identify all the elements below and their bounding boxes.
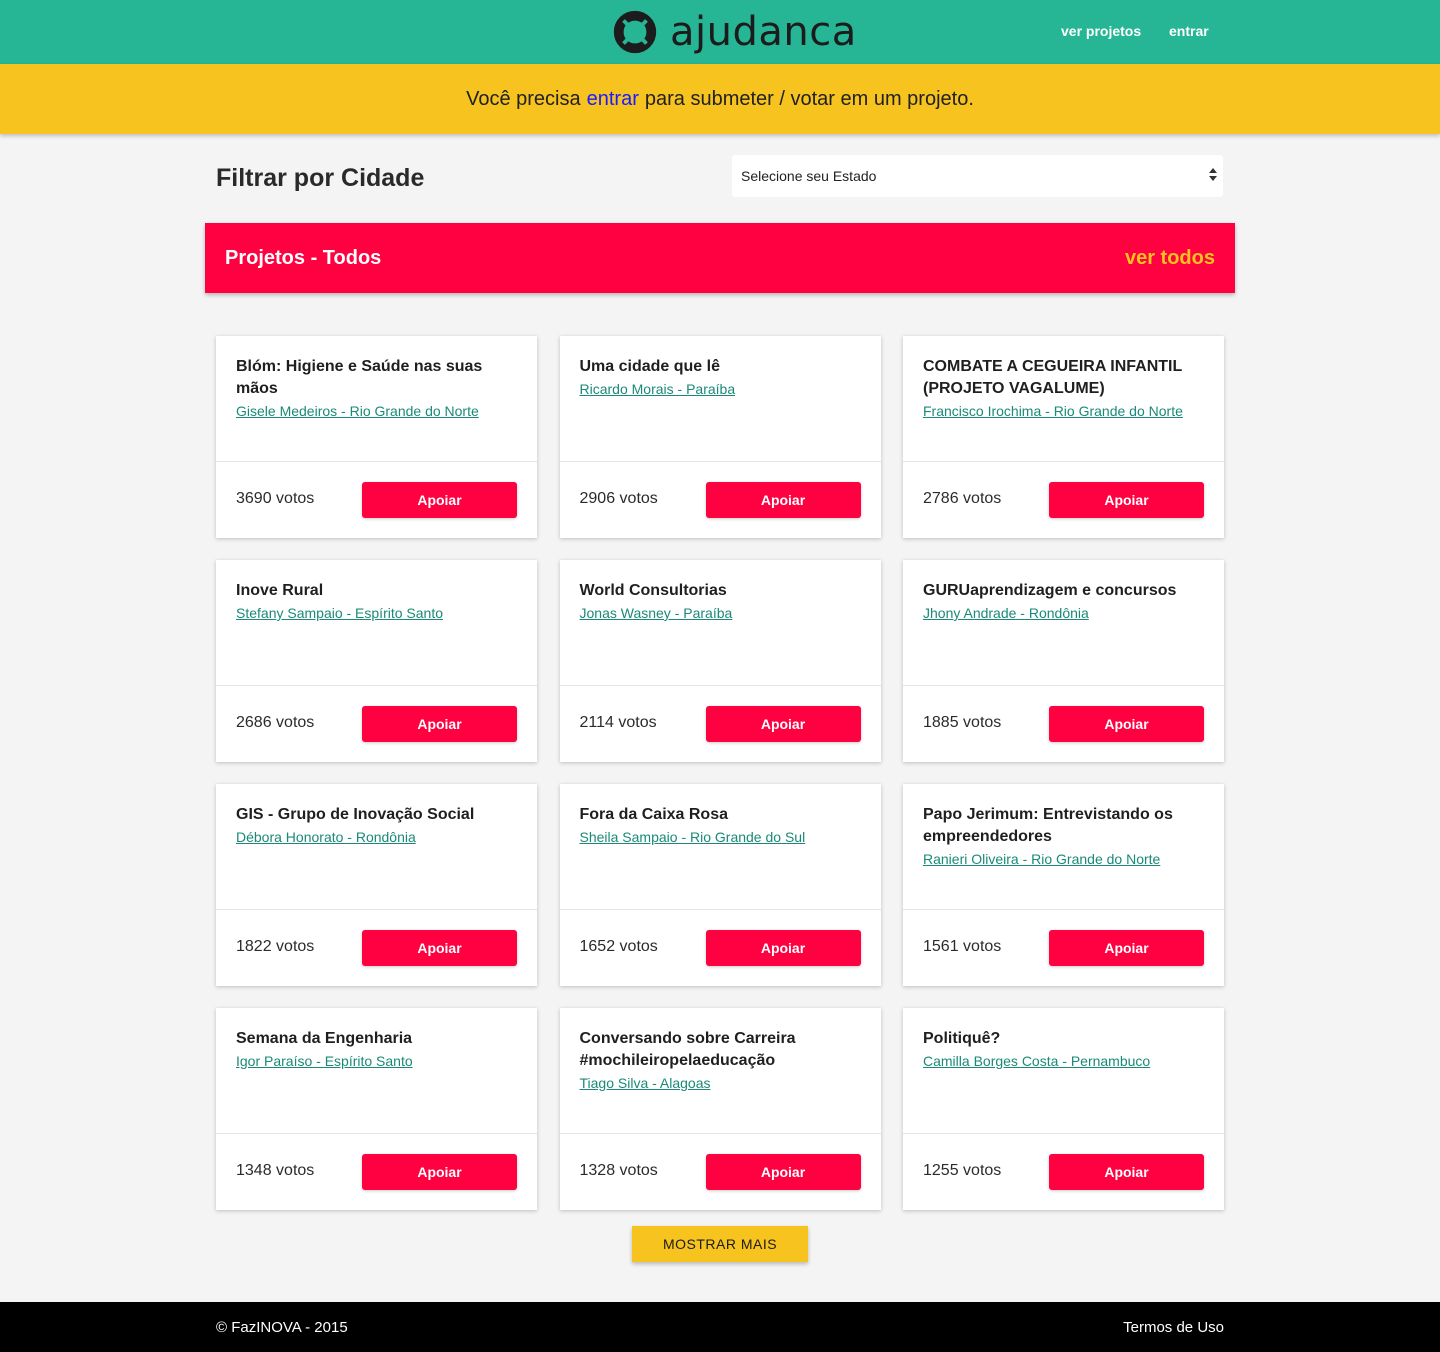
project-title: World Consultorias	[579, 582, 727, 599]
project-title: Blóm: Higiene e Saúde nas suas mãos	[236, 358, 483, 397]
support-button[interactable]: Apoiar	[705, 706, 861, 742]
vote-count: 2906 votos	[579, 490, 658, 507]
vote-count: 1822 votos	[236, 938, 315, 955]
view-all-link[interactable]: ver todos	[1125, 247, 1215, 270]
alert-text-after: para submeter / votar em um projeto.	[644, 87, 974, 110]
support-button[interactable]: Apoiar	[1049, 930, 1204, 966]
project-card: Blóm: Higiene e Saúde nas suas mãos Gise…	[216, 336, 537, 538]
support-button[interactable]: Apoiar	[1049, 482, 1204, 518]
brand-logo[interactable]: ajudanca	[612, 7, 857, 57]
project-author-link[interactable]: Igor Paraíso - Espírito Santo	[236, 1050, 413, 1072]
state-select-value: Selecione seu Estado	[741, 168, 877, 184]
vote-count: 2786 votos	[923, 490, 1002, 507]
support-button[interactable]: Apoiar	[705, 930, 861, 966]
projects-grid: Blóm: Higiene e Saúde nas suas mãos Gise…	[216, 336, 1224, 1210]
project-title: COMBATE A CEGUEIRA INFANTIL (PROJETO VAG…	[923, 358, 1182, 397]
vote-count: 1885 votos	[923, 714, 1002, 731]
support-button[interactable]: Apoiar	[705, 1154, 861, 1190]
support-button[interactable]: Apoiar	[362, 930, 517, 966]
alert-login-link[interactable]: entrar	[587, 88, 639, 111]
terms-of-use-link[interactable]: Termos de Uso	[1123, 1319, 1224, 1336]
vote-count: 2686 votos	[236, 714, 315, 731]
project-title: Fora da Caixa Rosa	[579, 806, 729, 823]
project-card: COMBATE A CEGUEIRA INFANTIL (PROJETO VAG…	[903, 336, 1224, 538]
support-button[interactable]: Apoiar	[705, 482, 861, 518]
top-navbar: ajudanca ver projetos entrar	[0, 0, 1440, 64]
project-card: World Consultorias Jonas Wasney - Paraíb…	[559, 560, 881, 762]
support-button[interactable]: Apoiar	[1049, 706, 1204, 742]
project-author-link[interactable]: Ranieri Oliveira - Rio Grande do Norte	[923, 848, 1160, 870]
vote-count: 1255 votos	[923, 1162, 1002, 1179]
nav-view-projects-link[interactable]: ver projetos	[1061, 23, 1141, 39]
project-author-link[interactable]: Ricardo Morais - Paraíba	[580, 378, 736, 400]
project-author-link[interactable]: Sheila Sampaio - Rio Grande do Sul	[580, 826, 806, 848]
nav-login-link[interactable]: entrar	[1169, 23, 1209, 39]
project-author-link[interactable]: Débora Honorato - Rondônia	[236, 826, 416, 848]
footer-copyright: © FazINOVA - 2015	[216, 1319, 348, 1336]
vote-count: 3690 votos	[236, 490, 315, 507]
projects-header-title: Projetos - Todos	[225, 247, 382, 269]
vote-count: 1348 votos	[236, 1162, 315, 1179]
project-card: GURUaprendizagem e concursos Jhony Andra…	[903, 560, 1224, 762]
project-card: GIS - Grupo de Inovação Social Débora Ho…	[216, 784, 537, 986]
filter-title: Filtrar por Cidade	[216, 164, 425, 192]
project-author-link[interactable]: Camilla Borges Costa - Pernambuco	[923, 1050, 1150, 1072]
projects-header: Projetos - Todos ver todos	[205, 223, 1235, 293]
project-title: GIS - Grupo de Inovação Social	[236, 806, 475, 823]
project-card: Politiquê? Camilla Borges Costa - Pernam…	[903, 1008, 1224, 1210]
support-button[interactable]: Apoiar	[362, 1154, 517, 1190]
project-title: Papo Jerimum: Entrevistando os empreende…	[923, 806, 1173, 845]
project-title: Conversando sobre Carreira #mochileirope…	[579, 1030, 796, 1069]
project-title: Inove Rural	[236, 582, 324, 599]
support-button[interactable]: Apoiar	[362, 482, 517, 518]
vote-count: 2114 votos	[579, 714, 657, 731]
project-author-link[interactable]: Jonas Wasney - Paraíba	[580, 602, 733, 624]
project-author-link[interactable]: Gisele Medeiros - Rio Grande do Norte	[236, 400, 479, 422]
project-card: Uma cidade que lê Ricardo Morais - Paraí…	[559, 336, 881, 538]
state-select[interactable]: Selecione seu Estado	[732, 155, 1223, 197]
brand-name: ajudanca	[670, 9, 857, 55]
project-card: Semana da Engenharia Igor Paraíso - Espí…	[216, 1008, 537, 1210]
select-arrows-icon	[1209, 168, 1217, 184]
project-author-link[interactable]: Stefany Sampaio - Espírito Santo	[236, 602, 443, 624]
login-alert-banner: Você precisa entrar para submeter / vota…	[0, 64, 1440, 134]
project-card: Papo Jerimum: Entrevistando os empreende…	[903, 784, 1224, 986]
project-title: GURUaprendizagem e concursos	[923, 582, 1177, 599]
footer: © FazINOVA - 2015 Termos de Uso	[0, 1302, 1440, 1352]
support-button[interactable]: Apoiar	[1049, 1154, 1204, 1190]
project-author-link[interactable]: Francisco Irochima - Rio Grande do Norte	[923, 400, 1183, 422]
show-more-button[interactable]: MOSTRAR MAIS	[632, 1226, 808, 1262]
lifebuoy-icon	[613, 10, 657, 54]
project-title: Politiquê?	[923, 1030, 1001, 1047]
project-title: Uma cidade que lê	[579, 358, 721, 375]
alert-text-before: Você precisa	[466, 87, 581, 110]
project-author-link[interactable]: Tiago Silva - Alagoas	[580, 1072, 711, 1094]
project-card: Fora da Caixa Rosa Sheila Sampaio - Rio …	[559, 784, 881, 986]
support-button[interactable]: Apoiar	[362, 706, 517, 742]
project-author-link[interactable]: Jhony Andrade - Rondônia	[923, 602, 1089, 624]
project-title: Semana da Engenharia	[236, 1030, 413, 1047]
project-card: Inove Rural Stefany Sampaio - Espírito S…	[216, 560, 537, 762]
vote-count: 1561 votos	[923, 938, 1002, 955]
vote-count: 1328 votos	[579, 1162, 658, 1179]
vote-count: 1652 votos	[579, 938, 658, 955]
project-card: Conversando sobre Carreira #mochileirope…	[559, 1008, 881, 1210]
